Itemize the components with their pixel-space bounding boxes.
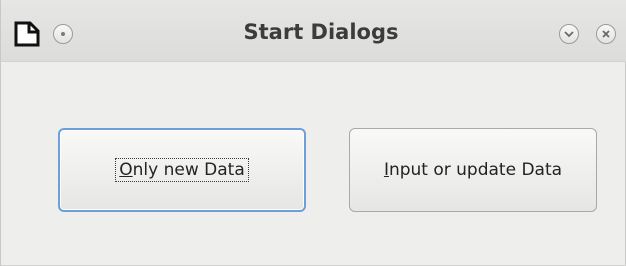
dialog-window: Start Dialogs Only new Data Input or upd…	[0, 0, 626, 266]
only-new-data-button[interactable]: Only new Data	[58, 128, 306, 212]
window-title: Start Dialogs	[243, 20, 399, 44]
close-icon	[602, 30, 610, 38]
chevron-down-icon	[564, 31, 574, 38]
minimize-button[interactable]	[559, 24, 579, 44]
dialog-content: Only new Data Input or update Data	[1, 62, 626, 266]
label-rest: nput or update Data	[388, 160, 563, 180]
button-label: Only new Data	[115, 158, 249, 182]
mnemonic-o: O	[119, 160, 133, 180]
window-menu-icon	[61, 32, 65, 36]
input-or-update-data-button[interactable]: Input or update Data	[349, 128, 597, 212]
close-button[interactable]	[596, 24, 616, 44]
window-menu-button[interactable]	[53, 24, 73, 44]
label-rest: nly new Data	[132, 160, 245, 180]
titlebar[interactable]: Start Dialogs	[1, 0, 626, 62]
button-label: Input or update Data	[384, 160, 562, 180]
document-icon	[13, 20, 41, 48]
